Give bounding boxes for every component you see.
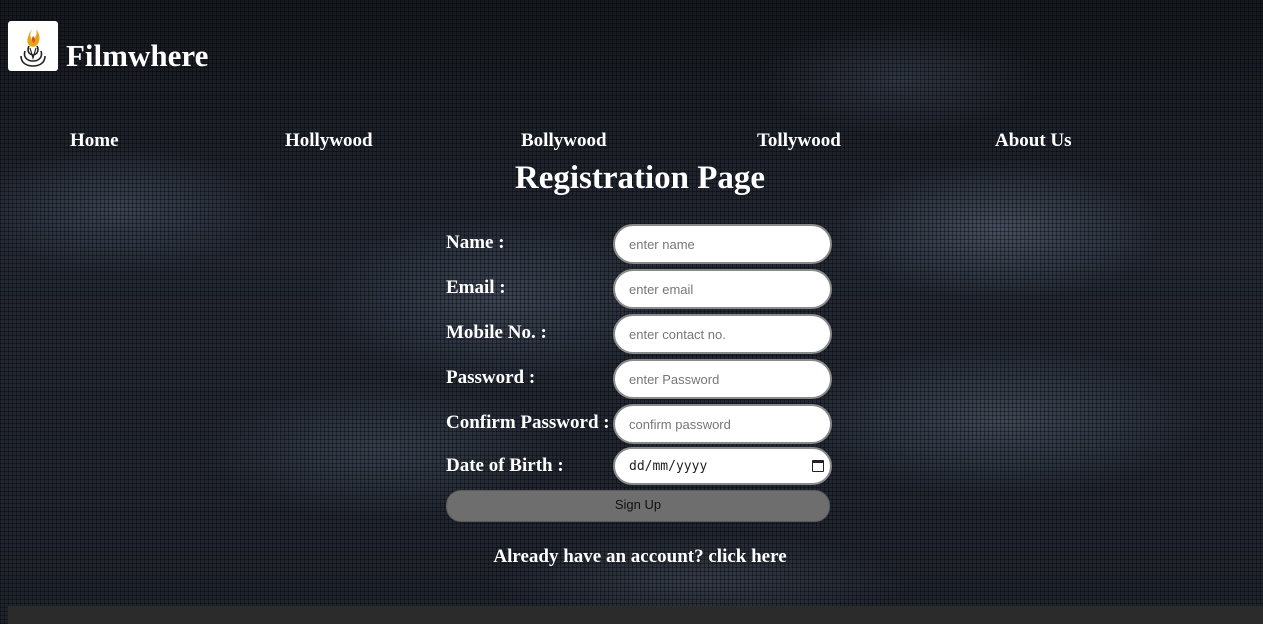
password-label: Password : bbox=[446, 367, 536, 388]
brand-name: Filmwhere bbox=[66, 38, 209, 73]
mobile-label: Mobile No. : bbox=[446, 322, 547, 343]
brand: Filmwhere bbox=[8, 21, 208, 71]
calendar-icon[interactable] bbox=[812, 460, 824, 472]
confirm-password-input[interactable] bbox=[613, 404, 832, 444]
email-label: Email : bbox=[446, 277, 506, 298]
dob-value: dd/mm/yyyy bbox=[629, 458, 708, 474]
nav-home[interactable]: Home bbox=[70, 130, 119, 152]
login-link[interactable]: Already have an account? click here bbox=[0, 546, 1263, 568]
name-input[interactable] bbox=[613, 224, 832, 264]
confirm-password-label: Confirm Password : bbox=[446, 412, 610, 433]
flame-logo-icon[interactable] bbox=[8, 21, 58, 71]
sign-up-button[interactable]: Sign Up bbox=[446, 490, 830, 522]
password-row: Password : bbox=[446, 359, 832, 404]
name-label: Name : bbox=[446, 232, 505, 253]
nav-tollywood[interactable]: Tollywood bbox=[757, 130, 841, 152]
registration-form: Name : Email : Mobile No. : Password : C… bbox=[446, 224, 832, 522]
mobile-input[interactable] bbox=[613, 314, 832, 354]
email-row: Email : bbox=[446, 269, 832, 314]
mobile-row: Mobile No. : bbox=[446, 314, 832, 359]
nav-hollywood[interactable]: Hollywood bbox=[285, 130, 373, 152]
main-nav: Home Hollywood Bollywood Tollywood About… bbox=[0, 130, 1263, 152]
dob-label: Date of Birth : bbox=[446, 455, 564, 476]
footer bbox=[8, 606, 1263, 624]
confirm-password-row: Confirm Password : bbox=[446, 404, 832, 449]
password-input[interactable] bbox=[613, 359, 832, 399]
dob-row: Date of Birth : dd/mm/yyyy bbox=[446, 447, 832, 494]
page-title: Registration Page bbox=[514, 160, 766, 196]
name-row: Name : bbox=[446, 224, 832, 269]
dob-input[interactable]: dd/mm/yyyy bbox=[613, 447, 832, 485]
nav-bollywood[interactable]: Bollywood bbox=[521, 130, 607, 152]
email-input[interactable] bbox=[613, 269, 832, 309]
nav-about-us[interactable]: About Us bbox=[995, 130, 1072, 152]
